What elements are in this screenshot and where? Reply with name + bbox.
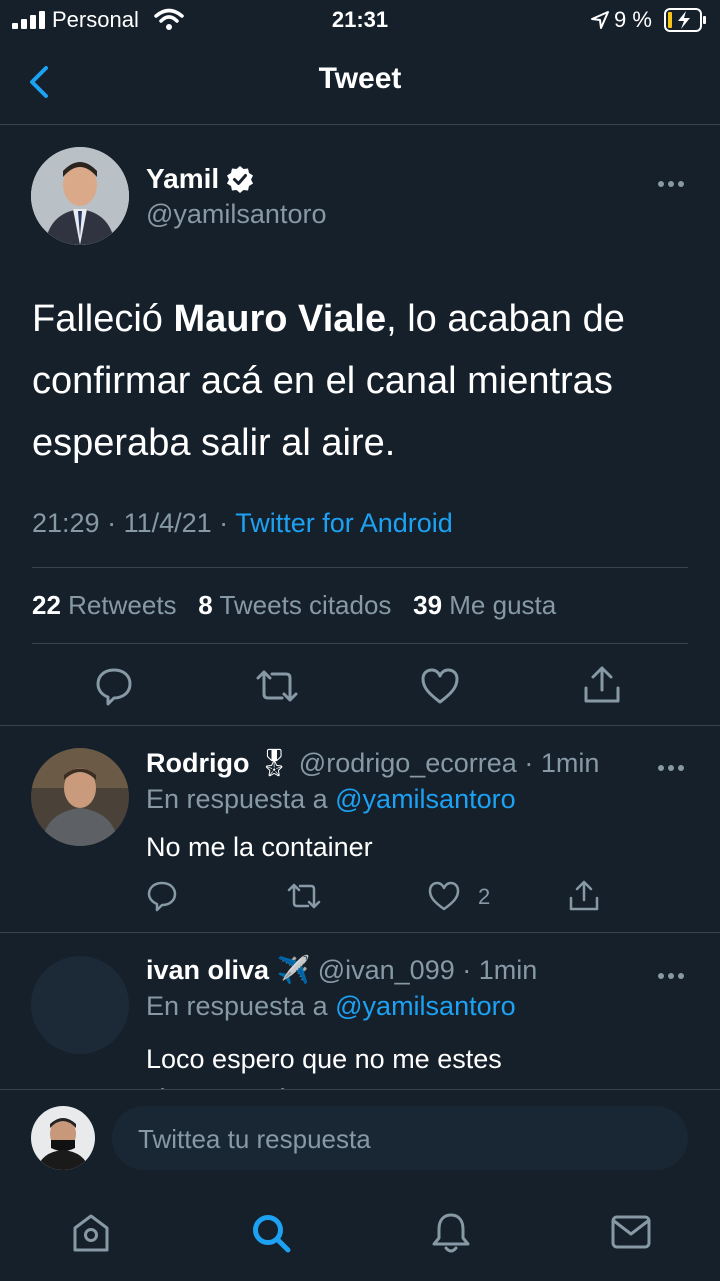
- battery-charging-icon: [664, 8, 706, 32]
- divider: [32, 567, 688, 568]
- reply-age: 1min: [478, 955, 538, 985]
- reply-header: Rodrigo 🎖 @rodrigo_ecorrea · 1min: [146, 747, 599, 779]
- tweet-source[interactable]: Twitter for Android: [235, 508, 453, 538]
- reply-text: No me la container: [146, 832, 373, 862]
- quotes-stat[interactable]: 8 Tweets citados: [198, 590, 391, 620]
- reply-author-name[interactable]: Rodrigo: [146, 748, 249, 778]
- reply-author-emoji: ✈️: [276, 955, 311, 985]
- reply-tweet[interactable]: ivan oliva ✈️ @ivan_099 · 1min En respue…: [0, 933, 720, 1089]
- clock: 21:31: [331, 7, 389, 32]
- share-icon[interactable]: [568, 879, 600, 913]
- reply-like-count: 2: [478, 884, 491, 909]
- retweet-icon[interactable]: [286, 880, 322, 912]
- reply-text: Loco espero que no me estes chamuyando: [146, 1044, 502, 1089]
- tweet-text-part: Falleció: [32, 298, 174, 340]
- reply-age: 1min: [540, 748, 600, 778]
- location-arrow-icon: [591, 11, 609, 29]
- reply-header: ivan oliva ✈️ @ivan_099 · 1min: [146, 954, 537, 986]
- avatar-image: [31, 748, 129, 846]
- tweet-metadata: 21:29 · 11/4/21 · Twitter for Android: [32, 508, 453, 539]
- app-header: Tweet: [0, 40, 720, 125]
- tweet-date: 11/4/21: [123, 508, 212, 538]
- tweet-stats: 22 Retweets 8 Tweets citados 39 Me gusta: [32, 590, 556, 621]
- messages-icon[interactable]: [610, 1214, 652, 1252]
- like-icon[interactable]: [420, 666, 460, 706]
- reply-avatar[interactable]: [31, 748, 129, 846]
- reply-icon[interactable]: [94, 666, 134, 706]
- reply-avatar[interactable]: [31, 956, 129, 1054]
- author-avatar[interactable]: [31, 147, 129, 245]
- reply-icon[interactable]: [146, 880, 178, 912]
- retweets-count: 22: [32, 590, 61, 620]
- reply-to-line: En respuesta a @yamilsantoro: [146, 991, 516, 1022]
- divider: [32, 643, 688, 644]
- tweet-text: Falleció Mauro Viale, lo acaban de confi…: [32, 288, 692, 474]
- likes-stat[interactable]: 39 Me gusta: [413, 590, 556, 620]
- share-icon[interactable]: [582, 664, 622, 706]
- separator: ·: [99, 508, 124, 538]
- reply-to-handle[interactable]: @yamilsantoro: [335, 784, 515, 814]
- battery-percentage: 9 %: [614, 7, 652, 32]
- status-bar: Personal 21:31 9 %: [0, 0, 720, 40]
- like-icon[interactable]: [428, 881, 460, 911]
- separator: ·: [211, 508, 236, 538]
- tweet-text-bold: Mauro Viale: [173, 298, 387, 340]
- likes-count: 39: [413, 590, 443, 620]
- quotes-label: Tweets citados: [219, 590, 392, 620]
- reply-author-handle[interactable]: @rodrigo_ecorrea: [299, 748, 517, 778]
- home-icon[interactable]: [70, 1212, 112, 1254]
- reply-composer[interactable]: [112, 1106, 688, 1170]
- retweet-icon[interactable]: [254, 666, 300, 706]
- reply-more-options-icon[interactable]: [658, 966, 688, 979]
- separator: ·: [454, 955, 479, 985]
- reply-author-emoji: 🎖: [257, 748, 292, 778]
- current-user-avatar[interactable]: [31, 1106, 95, 1170]
- reply-to-handle[interactable]: @yamilsantoro: [335, 991, 515, 1021]
- reply-more-options-icon[interactable]: [658, 758, 688, 771]
- reply-author-name[interactable]: ivan oliva: [146, 955, 269, 985]
- notifications-icon[interactable]: [430, 1210, 472, 1256]
- author-name[interactable]: Yamil: [146, 163, 219, 195]
- retweets-label: Retweets: [68, 590, 177, 620]
- reply-author-handle[interactable]: @ivan_099: [318, 955, 455, 985]
- page-title: Tweet: [318, 62, 402, 95]
- retweets-stat[interactable]: 22 Retweets: [32, 590, 177, 620]
- reply-input[interactable]: [136, 1120, 660, 1158]
- search-icon[interactable]: [250, 1212, 292, 1254]
- reply-to-label: En respuesta a: [146, 784, 328, 814]
- reply-to-label: En respuesta a: [146, 991, 328, 1021]
- likes-label: Me gusta: [449, 590, 557, 620]
- separator: ·: [516, 748, 541, 778]
- quotes-count: 8: [198, 590, 213, 620]
- avatar-image: [31, 147, 129, 245]
- reply-tweet[interactable]: Rodrigo 🎖 @rodrigo_ecorrea · 1min En res…: [0, 726, 720, 932]
- tweet-more-options-icon[interactable]: [658, 174, 688, 187]
- avatar-image: [31, 1106, 95, 1170]
- verified-badge-icon: [227, 166, 253, 193]
- reply-to-line: En respuesta a @yamilsantoro: [146, 784, 516, 815]
- author-handle[interactable]: @yamilsantoro: [146, 199, 326, 230]
- tweet-time: 21:29: [32, 508, 100, 538]
